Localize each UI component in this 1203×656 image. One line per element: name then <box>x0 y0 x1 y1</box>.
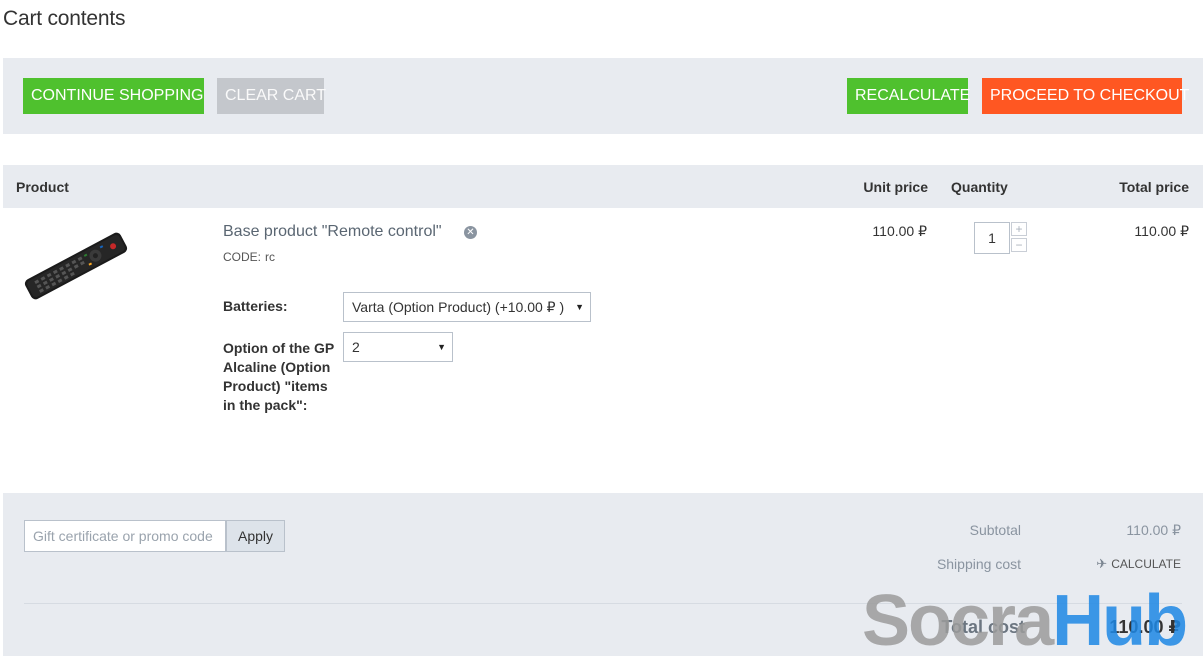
header-product: Product <box>16 179 69 195</box>
subtotal-value: 110.00 ₽ <box>1126 522 1181 538</box>
product-image[interactable] <box>18 222 134 310</box>
summary-divider <box>24 603 1182 604</box>
cart-toolbar: CONTINUE SHOPPING CLEAR CART RECALCULATE… <box>3 58 1203 134</box>
cart-table-header: Product Unit price Quantity Total price <box>3 165 1203 208</box>
calculate-label: CALCULATE <box>1111 557 1181 571</box>
batteries-select[interactable]: Varta (Option Product) (+10.00 ₽ ) ▼ <box>343 292 591 322</box>
shipping-cost-label: Shipping cost <box>936 556 1021 572</box>
header-quantity: Quantity <box>951 179 1008 195</box>
batteries-select-value: Varta (Option Product) (+10.00 ₽ ) <box>352 299 565 315</box>
proceed-to-checkout-button[interactable]: PROCEED TO CHECKOUT <box>982 78 1189 114</box>
option-label-items-in-pack: Option of the GP Alcaline (Option Produc… <box>223 340 334 413</box>
apply-promo-button[interactable]: Apply <box>226 520 285 552</box>
product-name-link[interactable]: Base product "Remote control" <box>223 223 442 241</box>
clear-cart-button[interactable]: CLEAR CART <box>217 78 326 114</box>
caret-down-icon: ▼ <box>437 342 446 352</box>
plane-icon: ✈ <box>1096 556 1108 571</box>
items-in-pack-select-value: 2 <box>352 339 360 355</box>
recalculate-button[interactable]: RECALCULATE <box>847 78 970 114</box>
header-unit-price: Unit price <box>863 179 928 195</box>
total-cost-label: Total cost <box>941 617 1025 637</box>
product-code: CODE: rc <box>223 250 275 264</box>
cart-summary: Gift certificate or promo code Apply Sub… <box>3 493 1203 656</box>
header-total-price: Total price <box>1119 179 1189 195</box>
calculate-shipping-link[interactable]: ✈ CALCULATE <box>1096 556 1181 572</box>
option-label-batteries: Batteries: <box>223 298 288 314</box>
subtotal-label: Subtotal <box>969 522 1021 538</box>
unit-price: 110.00 ₽ <box>872 223 927 239</box>
total-cost-value: 110.00 ₽ <box>1109 617 1181 637</box>
product-code-value: rc <box>265 250 276 264</box>
caret-down-icon: ▼ <box>575 302 584 312</box>
quantity-input[interactable]: 1 <box>974 222 1010 254</box>
quantity-decrease-icon[interactable]: − <box>1011 238 1027 252</box>
promo-code-input[interactable]: Gift certificate or promo code <box>24 520 226 552</box>
product-code-label: CODE: <box>223 250 262 264</box>
item-total-price: 110.00 ₽ <box>1134 223 1189 239</box>
remove-product-icon[interactable]: ✕ <box>464 226 477 239</box>
continue-shopping-button[interactable]: CONTINUE SHOPPING <box>23 78 204 114</box>
page-title: Cart contents <box>3 7 126 30</box>
quantity-increase-icon[interactable]: + <box>1011 222 1027 236</box>
items-in-pack-select[interactable]: 2 ▼ <box>343 332 453 362</box>
